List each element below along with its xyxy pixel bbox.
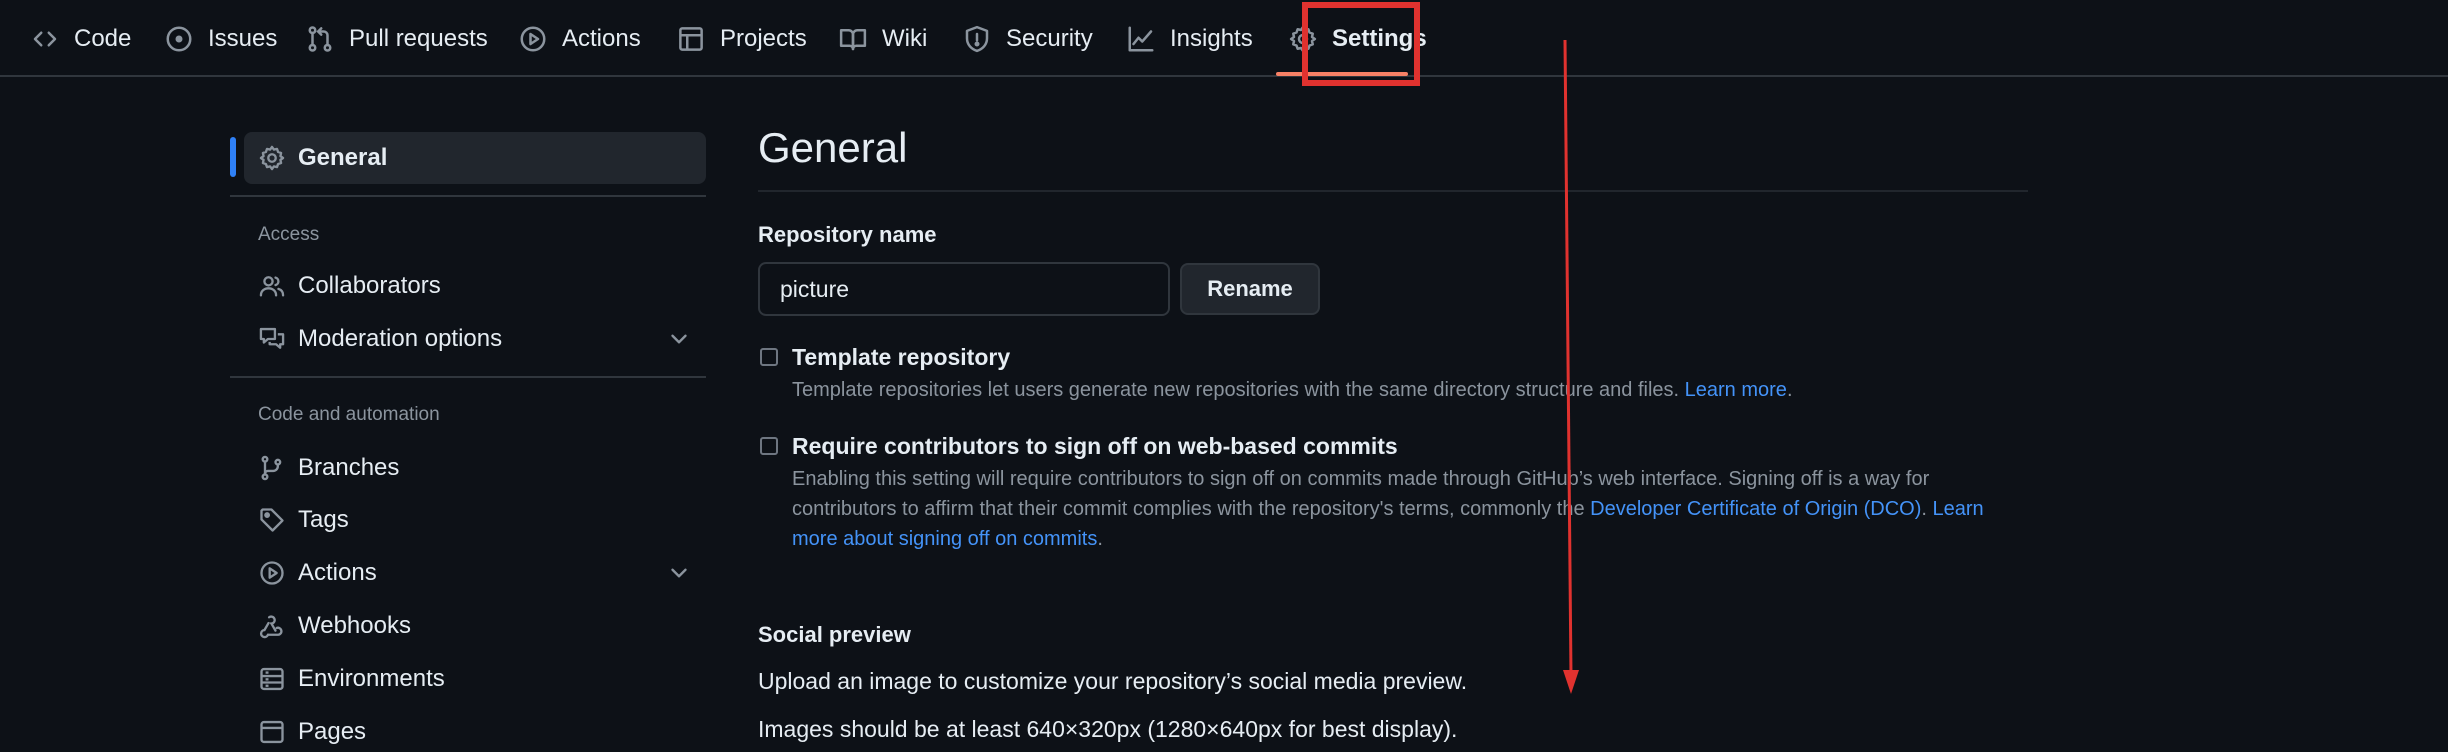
sidebar-item-label: General	[298, 144, 388, 171]
signoff-commits-description: Enabling this setting will require contr…	[792, 468, 1984, 550]
play-icon	[520, 26, 546, 51]
play-icon	[260, 561, 284, 585]
sidebar-heading-access: Access	[258, 224, 320, 245]
annotation-arrow	[1563, 40, 1579, 694]
repository-name-input[interactable]	[758, 262, 1170, 316]
git-branch-icon	[261, 455, 282, 481]
tab-actions[interactable]: Actions	[518, 0, 641, 77]
gear-icon	[259, 145, 285, 171]
browser-icon	[260, 720, 284, 744]
tab-projects[interactable]: Projects	[676, 0, 807, 77]
git-pull-request-icon	[308, 25, 332, 52]
code-icon	[33, 31, 57, 46]
sidebar-heading-code-and-automation: Code and automation	[258, 404, 440, 425]
tab-issues[interactable]: Issues	[164, 0, 277, 77]
server-icon	[260, 667, 284, 691]
tab-projects-label: Projects	[720, 24, 807, 52]
page-title: General	[758, 124, 908, 171]
sidebar-item-moderation-options[interactable]: Moderation options	[258, 319, 502, 359]
annotation-highlight-box	[1302, 2, 1420, 86]
tab-security-label: Security	[1006, 24, 1093, 52]
template-repository-title: Template repository	[792, 344, 1011, 370]
tag-icon	[260, 508, 284, 532]
sidebar-item-label: Actions	[298, 559, 377, 586]
sidebar-item-environments[interactable]: Environments	[258, 659, 445, 699]
sidebar-item-label: Webhooks	[298, 612, 411, 639]
tab-code-label: Code	[74, 24, 132, 52]
table-icon	[679, 26, 703, 51]
sidebar-item-label: Pages	[298, 718, 367, 745]
sidebar-item-actions[interactable]: Actions	[258, 553, 377, 593]
template-repository-description: Template repositories let users generate…	[792, 379, 1793, 401]
tab-insights[interactable]: Insights	[1126, 0, 1253, 77]
graph-icon	[1128, 26, 1154, 51]
template-repository-checkbox[interactable]	[760, 348, 778, 366]
people-icon	[259, 276, 285, 297]
sidebar-divider	[230, 195, 706, 197]
book-icon	[839, 28, 867, 50]
chevron-down-icon[interactable]	[666, 560, 692, 586]
sidebar-item-pages[interactable]: Pages	[258, 712, 366, 752]
sidebar-item-branches[interactable]: Branches	[258, 448, 399, 488]
repository-name-label: Repository name	[758, 222, 937, 247]
webhook-icon	[260, 615, 283, 639]
repo-navigation: Code Issues Pull requests Actions Projec…	[0, 0, 2448, 77]
tab-pull-requests[interactable]: Pull requests	[305, 0, 488, 77]
chevron-down-icon[interactable]	[666, 326, 692, 352]
shield-icon	[965, 25, 989, 52]
tab-insights-label: Insights	[1170, 24, 1253, 52]
tab-actions-label: Actions	[562, 24, 641, 52]
sidebar-item-label: Environments	[298, 665, 445, 692]
social-preview-description: Upload an image to customize your reposi…	[758, 668, 1468, 694]
issue-opened-icon	[166, 26, 192, 51]
signoff-commits-checkbox[interactable]	[760, 437, 778, 455]
tab-wiki[interactable]: Wiki	[838, 0, 927, 77]
sidebar-divider	[230, 376, 706, 378]
sidebar-item-webhooks[interactable]: Webhooks	[258, 606, 411, 646]
dco-link[interactable]: Developer Certificate of Origin (DCO)	[1590, 498, 1921, 520]
tab-security[interactable]: Security	[962, 0, 1093, 77]
sidebar-item-general[interactable]: General	[258, 138, 387, 178]
sidebar-item-label: Branches	[298, 454, 400, 481]
tab-issues-label: Issues	[208, 24, 278, 52]
template-learn-more-link[interactable]: Learn more	[1685, 379, 1787, 401]
sidebar-active-indicator	[230, 137, 236, 177]
social-preview-size-note: Images should be at least 640×320px (128…	[758, 716, 1458, 742]
social-preview-heading: Social preview	[758, 622, 911, 647]
sidebar-item-label: Moderation options	[298, 325, 503, 352]
sidebar-item-tags[interactable]: Tags	[258, 500, 349, 540]
tab-pull-requests-label: Pull requests	[349, 24, 488, 52]
rename-button[interactable]: Rename	[1180, 263, 1320, 315]
tab-code[interactable]: Code	[30, 0, 131, 77]
signoff-commits-title: Require contributors to sign off on web-…	[792, 433, 1398, 459]
comment-discussion-icon	[259, 327, 285, 349]
sidebar-item-label: Tags	[298, 506, 349, 533]
title-divider	[758, 190, 2028, 192]
sidebar-item-label: Collaborators	[298, 272, 441, 299]
tab-wiki-label: Wiki	[882, 24, 928, 52]
sidebar-item-collaborators[interactable]: Collaborators	[258, 266, 441, 306]
